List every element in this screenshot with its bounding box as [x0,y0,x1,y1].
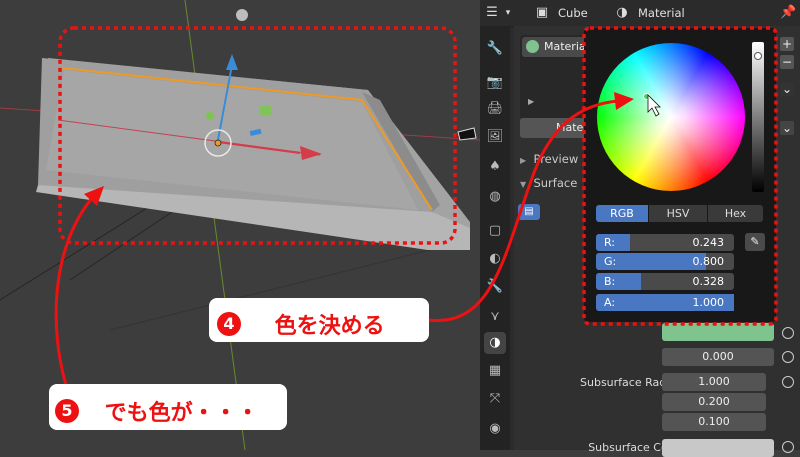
preview-label: Preview [533,152,579,166]
camera-icon[interactable] [457,127,477,141]
texture-icon[interactable]: ▦ [484,360,506,382]
preview-section[interactable]: ▶ Preview [520,152,578,166]
subsurface-radius-y[interactable]: 0.200 [662,393,766,411]
channel-r-label: R: [604,236,616,249]
surface-label: Surface [533,176,578,190]
properties-tabs: 🔧 📷 🖨 🖼 ♠ ◍ ▢ ◐ 🔧 ⋎ ◑ ▦ ⤧ ◉ [480,26,510,450]
material-select-label: Mate [556,121,584,134]
channel-b[interactable]: B: 0.328 [596,273,734,290]
channel-r[interactable]: R: 0.243 [596,234,734,251]
subsurface-color-swatch[interactable] [662,439,774,457]
subsurface-color-link-icon[interactable] [782,441,794,453]
data-icon[interactable]: ⋎ [484,306,506,328]
surface-section[interactable]: ▼ Surface [520,176,577,190]
mode-tab-hex[interactable]: Hex [708,205,763,222]
scene-icon[interactable]: ♠ [484,156,506,178]
value-slider[interactable] [752,42,764,192]
mode-tab-hsv[interactable]: HSV [649,205,707,222]
node-surface-button[interactable]: ▤ [518,204,540,220]
pin-icon[interactable]: 📌 [780,5,796,21]
channel-b-value: 0.328 [692,275,725,288]
z-arrow-head[interactable] [226,54,238,70]
color-wheel-cursor[interactable] [643,93,650,100]
output-icon[interactable]: 🖨 [484,98,506,120]
viewport-scene [0,0,480,450]
y-handle[interactable] [206,112,214,120]
xy-plane-handle[interactable] [260,106,271,115]
subsurface-radius-label: Subsurface Radius [580,376,682,389]
step5-text: でも色が・・・ [104,401,259,426]
step4-number: 4 [217,312,241,336]
channel-g-label: G: [604,255,617,268]
expand-icon[interactable]: ▶ [528,97,534,106]
material-icon: ◑ [616,5,628,20]
value-slider-knob[interactable] [754,52,762,60]
channel-a-value: 1.000 [692,296,725,309]
callout-step5: 5 でも色が・・・ [49,384,287,430]
channel-a-label: A: [604,296,616,309]
step5-number: 5 [55,399,79,423]
add-slot-button[interactable]: + [780,37,794,51]
subsurface-link-icon[interactable] [782,351,794,363]
channel-g-value: 0.800 [692,255,725,268]
particles-icon[interactable]: ◐ [484,248,506,270]
chevron-down-icon[interactable]: ▾ [500,5,516,21]
material-slot-label: Material [544,40,589,53]
callout-step4: 4 色を決める [209,298,429,342]
remove-slot-button[interactable]: − [780,55,794,69]
3d-viewport[interactable] [0,0,480,450]
subsurface-radius-z[interactable]: 0.100 [662,413,766,431]
material-menu-button[interactable]: ⌄ [780,121,794,135]
subsurface-field[interactable]: 0.000 [662,348,774,366]
render-icon[interactable]: 📷 [484,72,506,94]
slot-specials-button[interactable]: ⌄ [780,82,794,96]
light-object[interactable] [236,9,248,21]
material-tab-icon[interactable]: ◑ [484,332,506,354]
channel-b-label: B: [604,275,616,288]
section-title: Material [638,6,685,20]
base-color-swatch[interactable] [662,323,774,341]
grid-line [0,199,161,301]
object-icon[interactable]: ▢ [484,220,506,242]
channel-a[interactable]: A: 1.000 [596,294,734,311]
subsurface-radius-x[interactable]: 1.000 [662,373,766,391]
object-name: Cube [558,6,588,20]
view-layer-icon[interactable]: 🖼 [484,126,506,148]
step4-text: 色を決める [274,314,385,339]
subsurface-color-label: Subsurface Color [588,441,682,454]
object-origin [214,139,222,147]
properties-header: ☰ ▾ ▣ Cube ◑ Material 📌 [480,0,800,27]
subsurface-radius-link-icon[interactable] [782,376,794,388]
editor-type-icon[interactable]: ☰ [484,5,500,21]
color-wheel[interactable] [597,43,745,191]
channel-r-value: 0.243 [692,236,725,249]
world-icon[interactable]: ◍ [484,186,506,208]
channel-g[interactable]: G: 0.800 [596,253,734,270]
tool-icon[interactable]: 🔧 [484,38,506,60]
material-preview-ball [526,40,539,53]
mode-tab-rgb[interactable]: RGB [596,205,648,222]
constraints-icon[interactable]: ⤧ [484,388,506,410]
modifier-icon[interactable]: 🔧 [484,276,506,298]
cube-icon: ▣ [535,5,549,20]
base-color-link-icon[interactable] [782,327,794,339]
eyedropper-icon[interactable]: ✎ [745,233,765,251]
channel-b-fill [596,273,642,290]
physics-icon[interactable]: ◉ [484,418,506,440]
